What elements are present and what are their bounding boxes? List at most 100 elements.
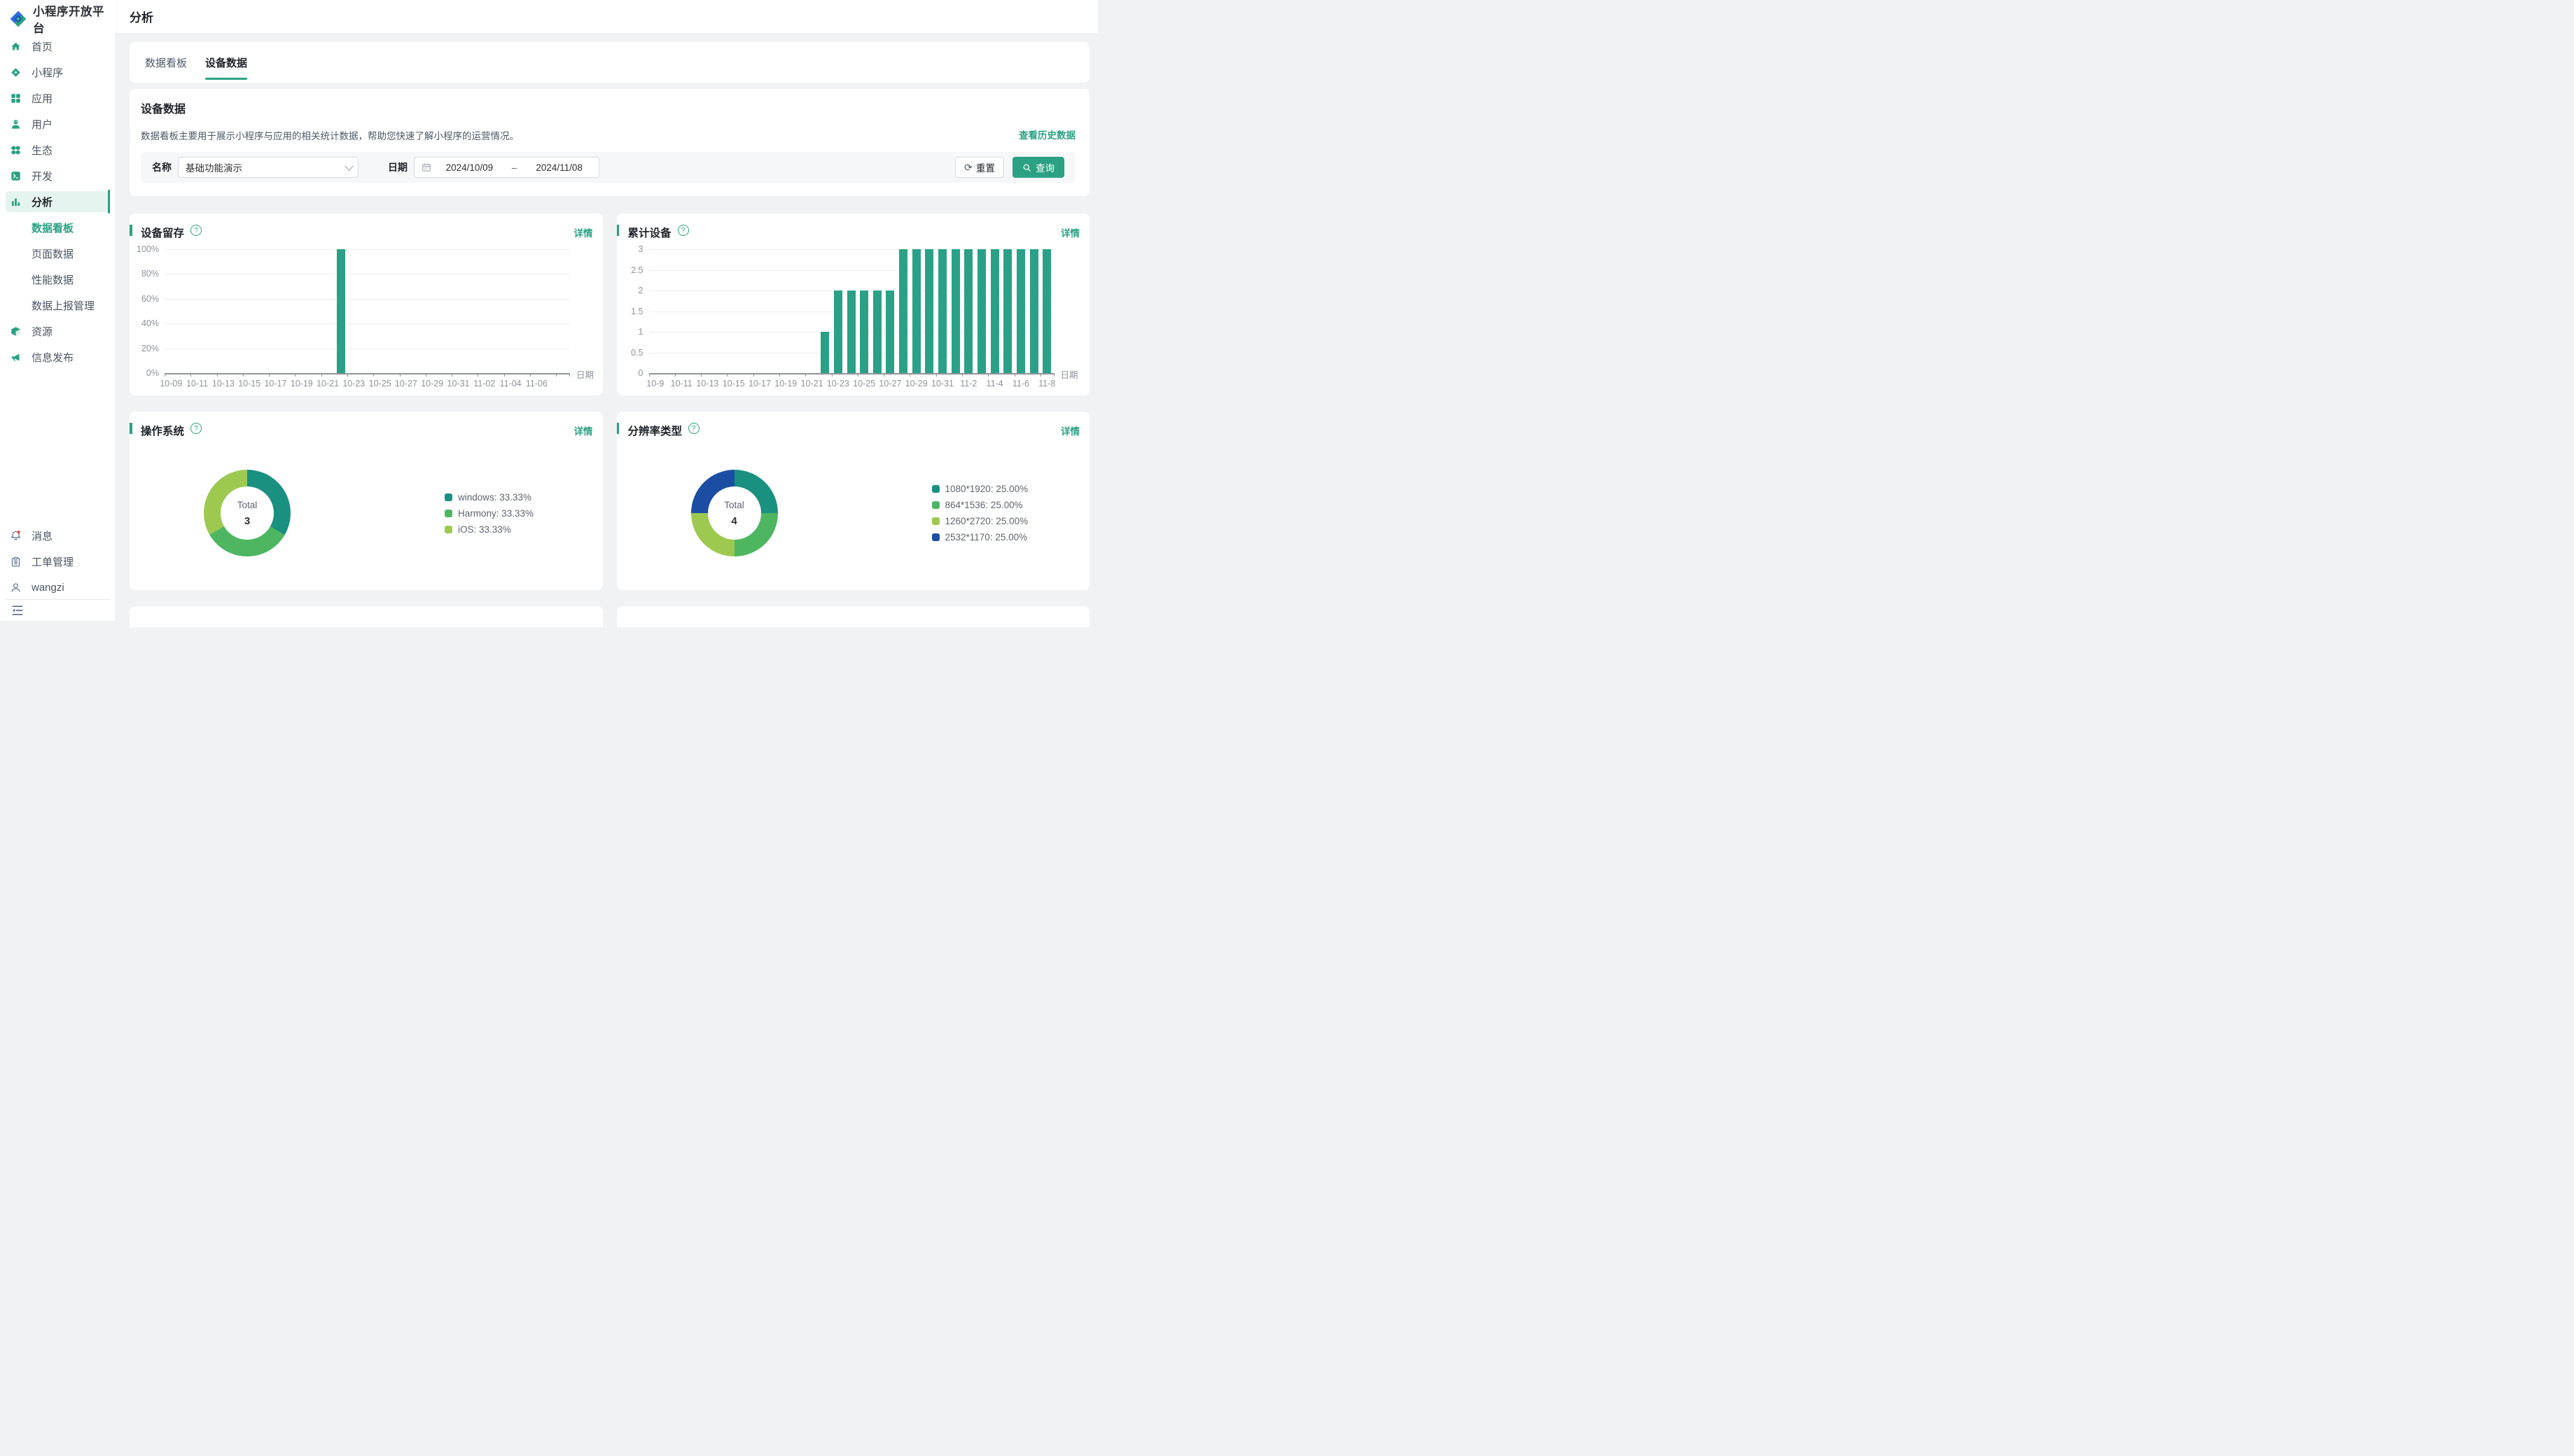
bar-chart-icon bbox=[11, 197, 21, 207]
legend-item[interactable]: 1080*1920: 25.00% bbox=[932, 484, 1029, 494]
x-axis-tick-label: 10-19 bbox=[774, 379, 797, 388]
legend-item[interactable]: iOS: 33.33% bbox=[445, 524, 534, 535]
collapse-sidebar-icon[interactable] bbox=[11, 603, 25, 617]
x-axis-tick bbox=[269, 373, 270, 377]
os-donut-center: Total 3 bbox=[204, 470, 291, 556]
bar bbox=[873, 290, 882, 373]
user-icon bbox=[11, 119, 21, 130]
y-axis-tick-label: 100% bbox=[137, 244, 159, 254]
x-axis-tick-label: 11-4 bbox=[987, 379, 1003, 388]
sidebar-item-info-publish[interactable]: 信息发布 bbox=[6, 346, 110, 368]
legend-label: Harmony: 33.33% bbox=[458, 508, 534, 519]
x-axis-tick bbox=[190, 373, 191, 377]
legend-item[interactable]: Harmony: 33.33% bbox=[445, 508, 534, 519]
x-axis-tick bbox=[504, 373, 505, 377]
detail-link[interactable]: 详情 bbox=[1061, 225, 1080, 239]
detail-link[interactable]: 详情 bbox=[574, 225, 593, 239]
legend-swatch bbox=[932, 485, 940, 493]
bar bbox=[991, 249, 999, 373]
partial-card bbox=[130, 606, 603, 627]
reset-button[interactable]: ⟳ 重置 bbox=[955, 157, 1004, 178]
x-axis-tick bbox=[805, 373, 806, 377]
sidebar-item-ecosystem[interactable]: 生态 bbox=[6, 139, 110, 160]
sidebar-item-apps[interactable]: 应用 bbox=[6, 88, 110, 108]
sidebar-item-users[interactable]: 用户 bbox=[6, 113, 110, 134]
sidebar-item-work-orders[interactable]: 工单管理 bbox=[6, 551, 110, 572]
logo-icon bbox=[8, 9, 28, 29]
diamond-icon bbox=[11, 67, 21, 78]
x-axis-tick bbox=[988, 373, 989, 377]
bar bbox=[847, 290, 856, 373]
sidebar-subitem-page-data[interactable]: 页面数据 bbox=[6, 243, 110, 264]
bar bbox=[899, 249, 907, 373]
os-legend: windows: 33.33% Harmony: 33.33% iOS: 33.33… bbox=[445, 470, 534, 556]
x-axis-tick bbox=[321, 373, 322, 377]
name-select[interactable]: 基础功能演示 bbox=[178, 157, 359, 178]
y-axis-tick-label: 0.5 bbox=[631, 348, 643, 358]
date-start-value[interactable]: 2024/10/09 bbox=[437, 162, 502, 173]
chart-title: 分辨率类型 bbox=[628, 423, 683, 438]
chart-title: 设备留存 bbox=[141, 225, 184, 240]
charts-row-3-partial bbox=[130, 606, 1090, 627]
x-axis-tick-label: 10-9 bbox=[646, 379, 664, 388]
legend-swatch bbox=[445, 493, 452, 501]
legend-item[interactable]: 864*1536: 25.00% bbox=[932, 500, 1029, 510]
sidebar-item-messages[interactable]: 消息 bbox=[6, 525, 110, 546]
bar bbox=[860, 290, 868, 373]
help-icon[interactable]: ? bbox=[190, 423, 202, 434]
sidebar-item-analysis[interactable]: 分析 bbox=[6, 191, 110, 212]
bar bbox=[337, 249, 345, 373]
cube-icon bbox=[11, 326, 21, 337]
legend-item[interactable]: windows: 33.33% bbox=[445, 492, 534, 503]
x-axis-tick bbox=[556, 373, 557, 377]
x-axis-name: 日期 bbox=[576, 368, 594, 381]
date-end-value[interactable]: 2024/11/08 bbox=[527, 162, 592, 173]
date-range-input[interactable]: 2024/10/09 – 2024/11/08 bbox=[414, 157, 599, 178]
home-icon bbox=[11, 41, 21, 52]
view-history-link[interactable]: 查看历史数据 bbox=[1019, 127, 1076, 141]
help-icon[interactable]: ? bbox=[678, 225, 689, 236]
legend-item[interactable]: 1260*2720: 25.00% bbox=[932, 516, 1029, 526]
card-title: 设备数据 bbox=[141, 99, 1076, 116]
x-axis-tick-label: 10-29 bbox=[905, 379, 928, 388]
tab-device-data[interactable]: 设备数据 bbox=[205, 42, 247, 83]
platform-name: 小程序开放平台 bbox=[33, 2, 116, 36]
title-accent-bar bbox=[130, 225, 132, 236]
legend-label: iOS: 33.33% bbox=[458, 524, 511, 535]
x-axis-tick bbox=[779, 373, 780, 377]
x-axis-tick bbox=[217, 373, 218, 377]
sidebar-item-home[interactable]: 首页 bbox=[6, 36, 110, 57]
x-axis-tick-label: 10-15 bbox=[723, 379, 745, 388]
sidebar-subitem-data-report-mgmt[interactable]: 数据上报管理 bbox=[6, 295, 110, 316]
sidebar-item-account[interactable]: wangzi bbox=[6, 577, 110, 598]
bar bbox=[1003, 249, 1012, 373]
y-axis-tick-label: 40% bbox=[141, 318, 159, 328]
bar bbox=[978, 249, 986, 373]
detail-link[interactable]: 详情 bbox=[574, 424, 593, 438]
x-axis-tick bbox=[936, 373, 937, 377]
query-button[interactable]: 查询 bbox=[1013, 157, 1064, 178]
x-axis-tick-label: 10-31 bbox=[931, 379, 954, 388]
x-axis-tick bbox=[530, 373, 531, 377]
sidebar-item-miniprogram[interactable]: 小程序 bbox=[6, 62, 110, 83]
sidebar-subitem-data-dashboard[interactable]: 数据看板 bbox=[6, 217, 110, 238]
bar bbox=[1043, 249, 1051, 373]
help-icon[interactable]: ? bbox=[190, 225, 202, 236]
help-icon[interactable]: ? bbox=[688, 423, 700, 434]
sidebar-item-resources[interactable]: 资源 bbox=[6, 321, 110, 342]
search-icon bbox=[1022, 163, 1031, 172]
detail-link[interactable]: 详情 bbox=[1061, 424, 1080, 438]
sidebar-item-develop[interactable]: 开发 bbox=[6, 165, 110, 186]
os-distribution-card: 操作系统 ? 详情 Total 3 windows: 33.33%Harmony… bbox=[130, 412, 603, 590]
sidebar-subitem-performance-data[interactable]: 性能数据 bbox=[6, 269, 110, 290]
resolution-donut-center: Total 4 bbox=[691, 470, 778, 556]
sidebar: 小程序开放平台 首页 小程序 应用 bbox=[0, 0, 116, 621]
partial-card bbox=[617, 606, 1090, 627]
legend-item[interactable]: 2532*1170: 25.00% bbox=[932, 532, 1029, 542]
cumulative-devices-card: 累计设备 ? 详情 32.521.510.5010-910-1110-1310-… bbox=[617, 214, 1090, 396]
x-axis-tick bbox=[727, 373, 728, 377]
tab-data-dashboard[interactable]: 数据看板 bbox=[145, 42, 187, 83]
megaphone-icon bbox=[11, 352, 21, 363]
chart-title: 累计设备 bbox=[628, 225, 672, 240]
x-axis-tick-label: 10-13 bbox=[212, 379, 235, 388]
